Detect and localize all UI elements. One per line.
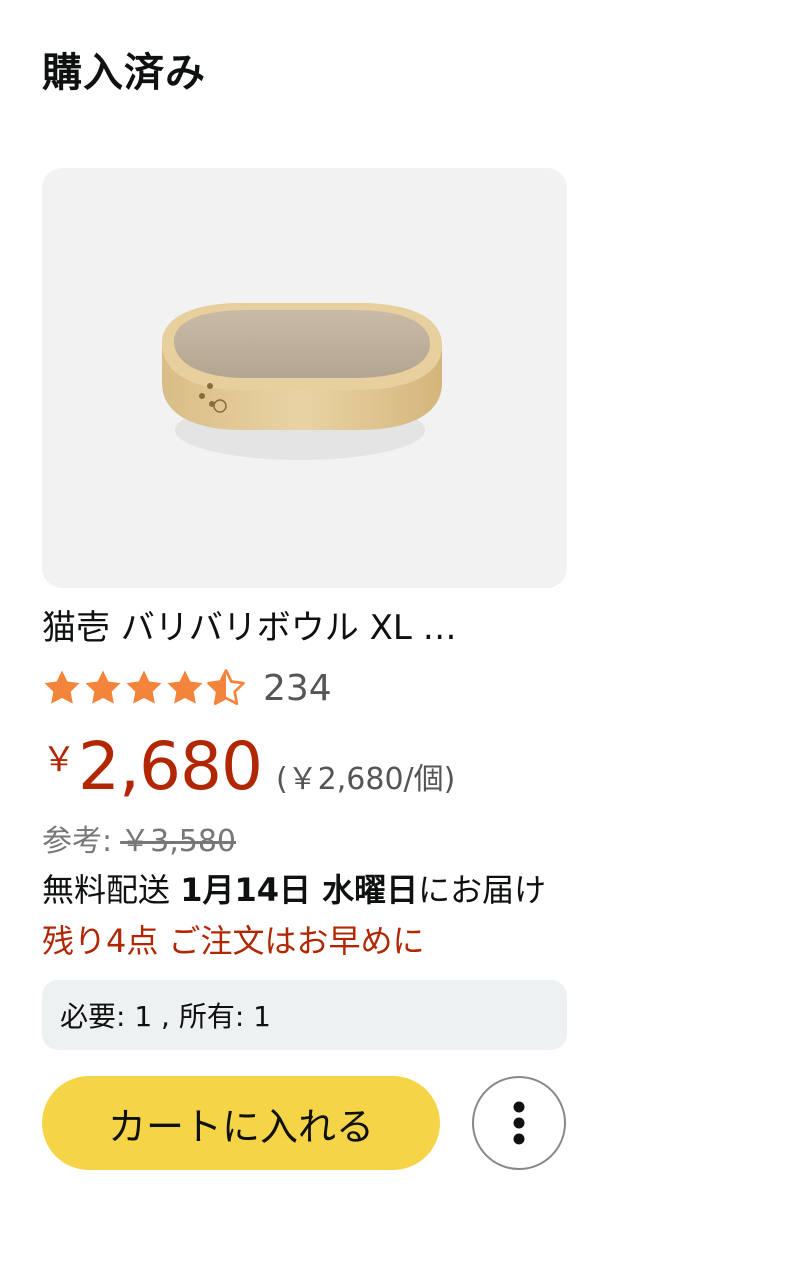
stock-message: 残り4点 ご注文はお早めに xyxy=(42,922,425,960)
delivery-prefix: 無料配送 xyxy=(42,871,171,909)
price: ￥ 2,680 (￥2,680/個) xyxy=(42,732,567,802)
delivery-suffix: にお届け xyxy=(418,871,547,909)
star-full-icon xyxy=(85,670,121,704)
list-price-value: ￥3,580 xyxy=(120,824,236,859)
actions-row: カートに入れる xyxy=(42,1076,567,1170)
price-currency-symbol: ￥ xyxy=(42,740,76,780)
star-rating xyxy=(42,668,247,708)
rating-count[interactable]: 234 xyxy=(263,668,332,709)
star-full-icon xyxy=(44,670,80,704)
rating-row[interactable]: 234 xyxy=(42,662,567,714)
star-half-icon xyxy=(207,669,245,705)
list-price: 参考: ￥3,580 xyxy=(42,816,567,860)
delivery-date: 1月14日 水曜日 xyxy=(180,871,419,909)
section-title: 購入済み xyxy=(42,50,206,96)
more-vertical-icon xyxy=(513,1101,525,1145)
list-price-label: 参考: xyxy=(42,824,113,859)
price-value: 2,680 xyxy=(78,728,263,805)
star-full-icon xyxy=(126,670,162,704)
unit-price: (￥2,680/個) xyxy=(275,762,456,797)
product-card[interactable]: 猫壱 バリバリボウル XL … 234 ￥ 2,680 (￥2,680/個) 参… xyxy=(42,168,567,1170)
product-title[interactable]: 猫壱 バリバリボウル XL … xyxy=(42,606,567,650)
product-image[interactable] xyxy=(42,168,567,588)
delivery-info: 無料配送 1月14日 水曜日にお届け xyxy=(42,866,567,914)
quantity-info-text: 必要: 1 , 所有: 1 xyxy=(60,1000,271,1033)
add-to-cart-button[interactable]: カートに入れる xyxy=(42,1076,440,1170)
scratcher-bowl-illustration xyxy=(162,303,442,460)
more-options-button[interactable] xyxy=(472,1076,566,1170)
quantity-info: 必要: 1 , 所有: 1 xyxy=(42,980,567,1050)
star-full-icon xyxy=(167,670,203,704)
